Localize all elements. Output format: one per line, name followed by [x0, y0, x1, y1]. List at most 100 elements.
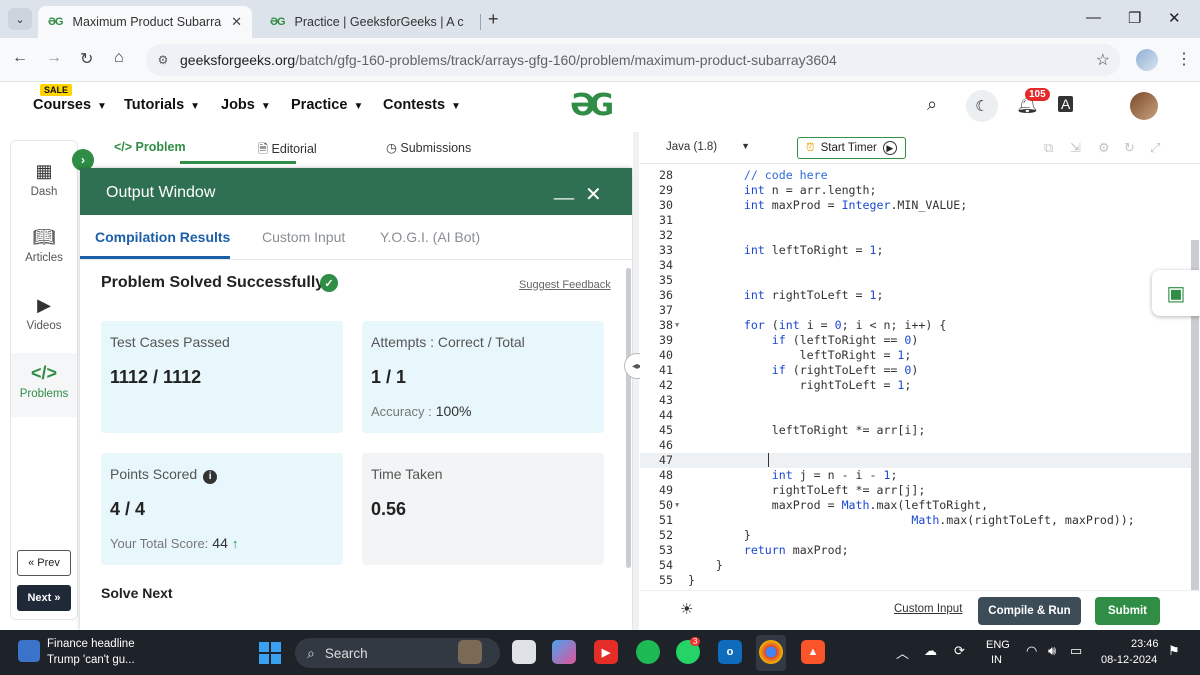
code-line[interactable]: 49 rightToLeft *= arr[j]; [640, 483, 1192, 498]
code-line[interactable]: 41 if (rightToLeft == 0) [640, 363, 1192, 378]
tab-search-button[interactable]: ⌄ [8, 8, 32, 30]
tab-problem[interactable]: </> Problem [114, 140, 186, 154]
code-line[interactable]: 52 } [640, 528, 1192, 543]
site-info-icon[interactable]: ⚙ [146, 53, 180, 67]
code-line[interactable]: 30 int maxProd = Integer.MIN_VALUE; [640, 198, 1192, 213]
task-view-icon[interactable] [512, 640, 536, 664]
code-line[interactable]: 46 [640, 438, 1192, 453]
info-icon[interactable]: i [203, 470, 218, 484]
code-line[interactable]: 48 int j = n - i - 1; [640, 468, 1192, 483]
start-timer-button[interactable]: ⏰︎ Start Timer ▶ [797, 137, 906, 159]
chevron-up-icon[interactable]: ︿ [896, 643, 909, 662]
outlook-icon[interactable]: o [718, 640, 742, 664]
code-line[interactable]: 51 Math.max(rightToLeft, maxProd)); [640, 513, 1192, 528]
cloud-icon[interactable]: ☁ [924, 643, 937, 659]
fold-arrow-icon[interactable]: ▼ [675, 501, 679, 509]
code-line[interactable]: 50 ▼ maxProd = Math.max(leftToRight, [640, 498, 1192, 513]
brave-icon[interactable]: ▲ [801, 640, 825, 664]
copilot-icon[interactable] [552, 640, 576, 664]
clock-date[interactable]: 08-12-2024 [1101, 654, 1157, 666]
sidebar-item-videos[interactable]: ▶ Videos [11, 295, 77, 332]
tab-editorial[interactable]: 🗎 Editorial [258, 140, 317, 161]
sidebar-item-problems[interactable]: </> Problems [11, 353, 77, 417]
tab-submissions[interactable]: ◷ Submissions [386, 140, 471, 155]
profile-avatar[interactable] [1136, 49, 1158, 71]
fullscreen-icon[interactable]: ⤢ [1150, 140, 1160, 156]
fold-arrow-icon[interactable]: ▼ [675, 321, 679, 329]
news-text[interactable]: Trump 'can't gu... [47, 654, 135, 666]
code-line[interactable]: 44 [640, 408, 1192, 423]
panel-divider[interactable] [633, 132, 639, 630]
language-indicator[interactable]: ENG [986, 639, 1010, 651]
address-bar[interactable]: ⚙ geeksforgeeks.org/batch/gfg-160-proble… [146, 44, 1120, 76]
reload-icon[interactable]: ↻ [80, 49, 93, 69]
user-avatar[interactable] [1130, 92, 1158, 120]
code-line[interactable]: 32 [640, 228, 1192, 243]
news-widget-icon[interactable] [18, 640, 40, 662]
lightbulb-icon[interactable]: ☀ [680, 600, 693, 618]
code-line[interactable]: 36 int rightToLeft = 1; [640, 288, 1192, 303]
news-title[interactable]: Finance headline [47, 638, 135, 650]
language-select[interactable]: Java (1.8) ▼ [658, 138, 756, 158]
code-editor[interactable]: 28 // code here 29 int n = arr.length; 30 … [640, 164, 1192, 590]
prev-button[interactable]: « Prev [17, 550, 71, 576]
bookmark-star-icon[interactable]: ☆ [1096, 50, 1110, 70]
youtube-icon[interactable]: ▶ [594, 640, 618, 664]
sync-icon[interactable]: ⟳ [954, 643, 965, 659]
search-highlight-icon[interactable] [458, 640, 482, 664]
code-line[interactable]: 53 return maxProd; [640, 543, 1192, 558]
compile-run-button[interactable]: Compile & Run [978, 597, 1081, 625]
nav-practice[interactable]: Practice ▼ [291, 97, 363, 113]
gfg-logo[interactable]: ƏG [570, 88, 614, 123]
close-tab-icon[interactable]: ✕ [231, 14, 242, 30]
code-line[interactable]: 54 } [640, 558, 1192, 573]
code-line[interactable]: 47 [640, 453, 1192, 468]
reset-icon[interactable]: ↻ [1124, 140, 1135, 156]
chat-icon[interactable]: ▣ [1152, 270, 1200, 316]
code-line[interactable]: 42 rightToLeft = 1; [640, 378, 1192, 393]
minimize-icon[interactable]: — [1086, 9, 1101, 26]
code-line[interactable]: 28 // code here [640, 168, 1192, 183]
spotify-icon[interactable] [636, 640, 660, 664]
dark-mode-toggle[interactable]: ☾ [966, 90, 998, 122]
notification-center-icon[interactable]: ⚑ [1168, 643, 1180, 659]
windows-start-icon[interactable] [259, 642, 281, 664]
nav-jobs[interactable]: Jobs ▼ [221, 97, 271, 113]
tab-custom-input[interactable]: Custom Input [262, 229, 345, 245]
code-line[interactable]: 40 leftToRight = 1; [640, 348, 1192, 363]
back-icon[interactable]: ← [12, 49, 28, 67]
code-line[interactable]: 55} [640, 573, 1192, 588]
browser-tab-active[interactable]: ƏG Maximum Product Subarray | P ✕ [38, 6, 252, 38]
code-line[interactable]: 38 ▼ for (int i = 0; i < n; i++) { [640, 318, 1192, 333]
code-line[interactable]: 35 [640, 273, 1192, 288]
next-button[interactable]: Next » [17, 585, 71, 611]
submit-button[interactable]: Submit [1095, 597, 1160, 625]
custom-input-link[interactable]: Custom Input [894, 603, 962, 615]
wifi-icon[interactable]: ◠ [1026, 643, 1037, 659]
clock-time[interactable]: 23:46 [1131, 638, 1159, 650]
volume-icon[interactable]: 🔊︎ [1048, 643, 1056, 659]
code-line[interactable]: 34 [640, 258, 1192, 273]
browser-menu-icon[interactable]: ⋮ [1176, 49, 1192, 69]
browser-tab[interactable]: ƏG Practice | GeeksforGeeks | A co [260, 6, 474, 38]
home-icon[interactable]: ⌂ [114, 49, 124, 67]
nav-tutorials[interactable]: Tutorials ▼ [124, 97, 200, 113]
chrome-icon[interactable] [759, 640, 783, 664]
code-line[interactable]: 31 [640, 213, 1192, 228]
region-indicator[interactable]: IN [991, 654, 1002, 666]
nav-contests[interactable]: Contests ▼ [383, 97, 461, 113]
new-tab-button[interactable]: + [488, 9, 499, 30]
copy-icon[interactable]: ⧉ [1044, 140, 1053, 156]
tab-compilation-results[interactable]: Compilation Results [95, 229, 230, 245]
sidebar-item-articles[interactable]: 📖︎ Articles [11, 227, 77, 264]
code-line[interactable]: 43 [640, 393, 1192, 408]
export-icon[interactable]: ⇲ [1070, 140, 1081, 156]
code-line[interactable]: 29 int n = arr.length; [640, 183, 1192, 198]
forward-icon[interactable]: → [46, 49, 62, 67]
close-output-icon[interactable]: ✕ [585, 182, 602, 207]
nav-courses[interactable]: Courses ▼ [33, 97, 107, 113]
code-line[interactable]: 45 leftToRight *= arr[i]; [640, 423, 1192, 438]
output-scrollbar[interactable] [626, 268, 631, 568]
code-line[interactable]: 33 int leftToRight = 1; [640, 243, 1192, 258]
code-line[interactable]: 37 [640, 303, 1192, 318]
